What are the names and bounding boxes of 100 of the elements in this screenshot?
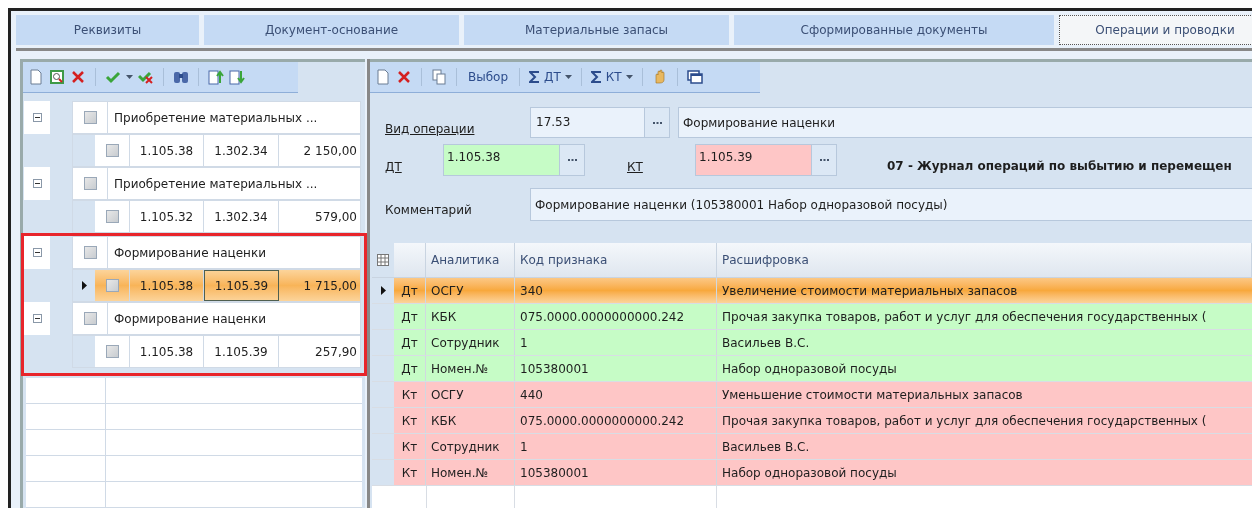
new-document-icon[interactable] (375, 69, 391, 85)
checkbox[interactable] (83, 177, 97, 190)
checkbox[interactable] (83, 312, 97, 325)
import-icon[interactable] (229, 69, 245, 85)
current-row-icon (380, 286, 386, 295)
tree-row[interactable]: 1.105.32 1.302.34 579,00 (72, 200, 361, 233)
analytic-cell: Сотрудник (426, 330, 515, 355)
code-cell: 105380001 (515, 356, 717, 381)
side-cell: Дт (394, 330, 426, 355)
operation-name-field[interactable]: Формирование наценки (678, 107, 1252, 138)
delete-icon[interactable] (70, 69, 86, 85)
description-cell-text: Уменьшение стоимости материальных запасов (721, 386, 1024, 404)
analytic-cell: ОСГУ (426, 382, 515, 407)
checkbox[interactable] (105, 144, 119, 157)
tab[interactable]: Материальные запасы (464, 15, 729, 45)
collapse-icon[interactable] (32, 314, 42, 323)
side-cell: Кт (394, 408, 426, 433)
column-header[interactable]: Расшифровка (717, 243, 1252, 277)
delete-icon[interactable] (396, 69, 412, 85)
group-label: Приобретение материальных ... (113, 175, 318, 193)
code-cell: 105380001 (515, 460, 717, 485)
side-cell: Дт (394, 278, 426, 303)
new-document-icon[interactable] (28, 69, 44, 85)
credit-account-cell: 1.302.34 (204, 135, 279, 166)
collapse-icon[interactable] (32, 113, 42, 122)
checkbox[interactable] (105, 210, 119, 223)
analytic-cell: Номен.№ (426, 460, 515, 485)
choose-button[interactable]: Выбор (466, 68, 511, 86)
tree-row[interactable]: 1.105.38 1.302.34 2 150,00 (72, 134, 361, 167)
credit-account-cell: 1.105.39 (204, 270, 279, 301)
current-row-icon (81, 281, 87, 290)
tab[interactable]: Сформированные документы (734, 15, 1054, 45)
tab[interactable]: Операции и проводки (1059, 15, 1252, 45)
side-cell: Дт (394, 304, 426, 329)
preview-icon[interactable] (49, 69, 65, 85)
sum-debit-button[interactable]: ДТ (529, 68, 572, 86)
description-cell-text: Прочая закупка товаров, работ и услуг для обеспечения государственных ( (721, 412, 1208, 430)
amount-cell-text: 257,90 (314, 343, 358, 361)
debit-account-cell: 1.105.38 (130, 270, 204, 301)
collapse-icon[interactable] (32, 179, 42, 188)
code-cell: 440 (515, 382, 717, 407)
amount-cell-text: 2 150,00 (302, 142, 358, 160)
comment-field[interactable]: Формирование наценки (105380001 Набор одноразовой посуды) (530, 188, 1252, 221)
debit-link[interactable]: ДТ (385, 144, 443, 176)
checkbox[interactable] (83, 111, 97, 124)
uncheck-icon[interactable] (138, 69, 154, 85)
amount-cell-text: 579,00 (314, 208, 358, 226)
column-header[interactable]: Код признака (515, 243, 717, 277)
credit-account-cell: 1.105.39 (204, 336, 279, 367)
operation-type-link[interactable]: Вид операции (385, 107, 530, 138)
side-cell: Кт (394, 434, 426, 459)
sum-icon (590, 71, 602, 83)
code-cell: 1 (515, 434, 717, 459)
side-cell: Кт (394, 382, 426, 407)
code-cell: 340 (515, 278, 717, 303)
amount-cell-text: 1 715,00 (302, 277, 358, 295)
tab[interactable]: Документ-основание (204, 15, 459, 45)
checkbox[interactable] (105, 279, 119, 292)
dropdown-caret-icon[interactable] (126, 75, 133, 79)
group-label: Формирование наценки (113, 244, 266, 262)
more-icon (652, 121, 662, 124)
journal-title: 07 - Журнал операций по выбытию и перемещен (887, 158, 1232, 175)
credit-account-cell: 1.302.34 (204, 201, 279, 232)
credit-link[interactable]: КТ (585, 144, 695, 176)
analytic-cell: КБК (426, 408, 515, 433)
description-cell-text: Набор одноразовой посуды (721, 464, 898, 482)
debit-account-field[interactable]: 1.105.38 (443, 144, 585, 176)
caret-icon[interactable] (564, 75, 572, 79)
description-cell-text: Увеличение стоимости материальных запасов (721, 282, 1019, 300)
analytic-cell: ОСГУ (426, 278, 515, 303)
checkbox[interactable] (105, 345, 119, 358)
operation-code-field[interactable]: 17.53 (530, 107, 670, 138)
caret-icon[interactable] (625, 75, 633, 79)
check-icon[interactable] (105, 69, 121, 85)
export-icon[interactable] (208, 69, 224, 85)
sum-icon (529, 71, 541, 83)
copy-icon[interactable] (431, 69, 447, 85)
debit-account-cell: 1.105.38 (130, 336, 204, 367)
group-label: Формирование наценки (113, 310, 266, 328)
column-header[interactable]: Аналитика (426, 243, 515, 277)
comment-label: Комментарий (385, 201, 473, 219)
checkbox[interactable] (83, 246, 97, 259)
code-cell: 075.0000.0000000000.242 (515, 304, 717, 329)
side-cell: Дт (394, 356, 426, 381)
analytic-cell: КБК (426, 304, 515, 329)
group-label: Приобретение материальных ... (113, 109, 318, 127)
tree-row[interactable]: 1.105.38 1.105.39 1 715,00 (72, 269, 361, 302)
description-cell-text: Васильев В.С. (721, 334, 811, 352)
description-cell-text: Прочая закупка товаров, работ и услуг для обеспечения государственных ( (721, 308, 1208, 326)
sum-credit-button[interactable]: КТ (590, 68, 633, 86)
description-cell-text: Васильев В.С. (721, 438, 811, 456)
grid-menu-icon[interactable] (377, 254, 389, 266)
side-cell: Кт (394, 460, 426, 485)
collapse-icon[interactable] (32, 248, 42, 257)
window-icon[interactable] (686, 69, 703, 85)
tree-row[interactable]: 1.105.38 1.105.39 257,90 (72, 335, 361, 368)
tab[interactable]: Реквизиты (16, 15, 199, 45)
analytic-cell: Сотрудник (426, 434, 515, 459)
credit-account-field[interactable]: 1.105.39 (695, 144, 837, 176)
description-cell-text: Набор одноразовой посуды (721, 360, 898, 378)
